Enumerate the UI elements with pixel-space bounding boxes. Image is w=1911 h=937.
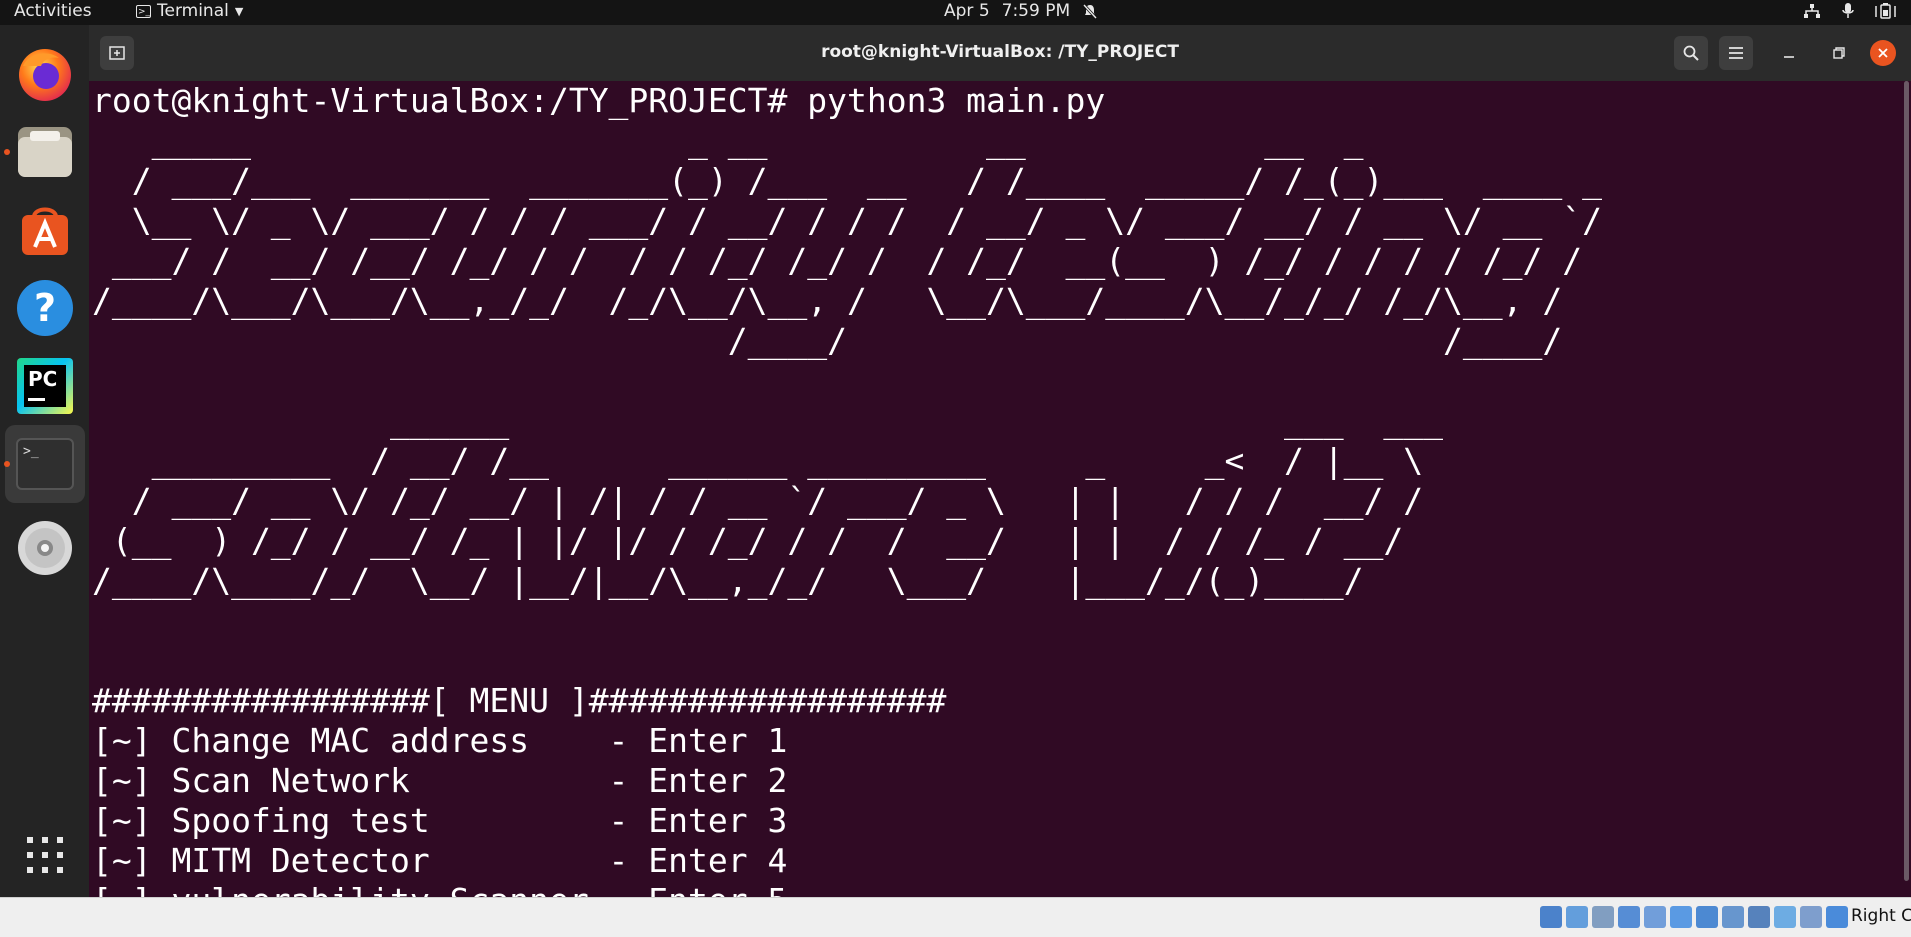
host-key-label[interactable]: Right Ctrl [1851, 906, 1911, 926]
notifications-off-icon [1083, 3, 1098, 19]
pycharm-glyph: PC [28, 367, 58, 391]
running-indicator [4, 149, 10, 155]
menu-item: [~] Spoofing test - Enter 3 [92, 801, 788, 840]
menu-item: [~] Scan Network - Enter 2 [92, 761, 788, 800]
virtualbox-status-bar: Right Ctrl [0, 897, 1911, 937]
dock-item-ubuntu-software[interactable] [5, 191, 85, 269]
firefox-icon [19, 49, 71, 101]
banner-line: _________ / __/ /__ ______ _________ _ _… [92, 441, 1424, 480]
recording-icon[interactable] [1748, 906, 1770, 928]
close-button[interactable] [1870, 40, 1896, 66]
restore-icon [1833, 47, 1845, 59]
banner-line: ___/ / __/ /__/ /_/ / / / / /_/ /_/ / / … [92, 241, 1583, 280]
terminal-output[interactable]: root@knight-VirtualBox:/TY_PROJECT# pyth… [89, 81, 1911, 897]
video-capture-icon[interactable] [1722, 906, 1744, 928]
menu-item: [~] vulnerability Scanner - Enter 5 [92, 881, 787, 897]
running-indicator [4, 461, 10, 467]
audio-icon[interactable] [1592, 906, 1614, 928]
search-icon [1683, 45, 1699, 61]
menu-header: #################[ MENU ]###############… [92, 681, 947, 720]
terminal-icon: >_ [16, 438, 74, 490]
banner-line: / ___/___ _______ _______(_) /___ __ / /… [92, 161, 1602, 200]
menu-item: [~] MITM Detector - Enter 4 [92, 841, 788, 880]
terminal-scrollbar[interactable] [1901, 81, 1911, 897]
battery-icon [1875, 3, 1896, 19]
scrollbar-thumb[interactable] [1904, 81, 1909, 881]
clock-time: 7:59 PM [1001, 1, 1071, 21]
menu-button[interactable] [1719, 36, 1753, 70]
mouse-integration-icon[interactable] [1774, 906, 1796, 928]
dock-item-optical-disc[interactable] [5, 509, 85, 587]
optical-drive-icon[interactable] [1566, 906, 1588, 928]
chevron-down-icon: ▼ [234, 4, 244, 18]
terminal-text: root@knight-VirtualBox:/TY_PROJECT# pyth… [92, 81, 1602, 897]
keyboard-icon[interactable] [1800, 906, 1822, 928]
ascii-banner: _____ _ __ __ __ _ / ___/___ _______ ___… [92, 121, 1602, 600]
terminal-window: root@knight-VirtualBox: /TY_PROJECT root… [89, 25, 1911, 897]
dock-item-pycharm[interactable]: PC [5, 347, 85, 425]
help-icon: ? [17, 280, 73, 336]
help-glyph: ? [33, 286, 57, 330]
banner-line: _____ _ __ __ __ _ [92, 121, 1364, 160]
software-store-icon [22, 207, 68, 255]
disc-icon [18, 521, 72, 575]
minimize-icon [1784, 56, 1794, 58]
download-icon[interactable] [1826, 906, 1848, 928]
system-status-area[interactable] [1803, 2, 1897, 20]
minimize-button[interactable] [1772, 36, 1806, 70]
search-button[interactable] [1674, 36, 1708, 70]
app-grid-icon [27, 837, 63, 873]
microphone-icon [1842, 3, 1854, 18]
show-applications-button[interactable] [5, 816, 85, 894]
clock-date: Apr 5 [944, 1, 990, 21]
hard-disk-icon[interactable] [1540, 906, 1562, 928]
banner-line: \__ \/ _ \/ ___/ / / / ___/ / __/ / / / … [92, 201, 1602, 240]
menu-list: [~] Change MAC address - Enter 1 [~] Sca… [92, 721, 926, 897]
hamburger-menu-icon [1729, 47, 1743, 59]
maximize-button[interactable] [1822, 36, 1856, 70]
dock: ? PC >_ [0, 25, 89, 897]
app-menu-label: Terminal [157, 1, 229, 21]
terminal-glyph: >_ [23, 444, 39, 459]
banner-line: /____/\____/_/ \__/ |__/|__/\__,_/_/ \__… [92, 561, 1364, 600]
dock-item-firefox[interactable] [5, 35, 85, 113]
dock-item-help[interactable]: ? [5, 269, 85, 347]
close-icon [1878, 48, 1888, 58]
clock[interactable]: Apr 5 7:59 PM [944, 1, 1098, 21]
terminal-small-icon: >_ [136, 4, 151, 18]
activities-button[interactable]: Activities [14, 1, 92, 21]
banner-line: (__ ) /_/ / __/ /_ | |/ |/ / /_/ / / / _… [92, 521, 1404, 560]
menu-item: [~] Change MAC address - Enter 1 [92, 721, 788, 760]
files-icon [18, 127, 72, 177]
usb-icon[interactable] [1644, 906, 1666, 928]
window-titlebar[interactable]: root@knight-VirtualBox: /TY_PROJECT [89, 25, 1911, 81]
prompt-line: root@knight-VirtualBox:/TY_PROJECT# pyth… [92, 81, 1106, 120]
banner-line: /____/\___/\___/\__,_/_/ /_/\__/\__, / \… [92, 281, 1563, 320]
dock-item-files[interactable] [4, 113, 85, 191]
shared-folders-icon[interactable] [1670, 906, 1692, 928]
app-menu[interactable]: >_ Terminal ▼ [136, 1, 243, 21]
banner-line: ______ ___ ___ [92, 401, 1444, 440]
dock-item-terminal[interactable]: >_ [4, 425, 85, 503]
network-icon[interactable] [1618, 906, 1640, 928]
network-wired-icon [1804, 4, 1820, 18]
top-bar: Activities >_ Terminal ▼ Apr 5 7:59 PM [0, 0, 1911, 25]
window-title: root@knight-VirtualBox: /TY_PROJECT [821, 42, 1179, 62]
pycharm-icon: PC [17, 358, 73, 414]
banner-line: /____/ /____/ [92, 321, 1563, 360]
display-icon[interactable] [1696, 906, 1718, 928]
banner-line: / ___/ __ \/ /_/ __/ | /| / / __ `/ ___/… [92, 481, 1424, 520]
